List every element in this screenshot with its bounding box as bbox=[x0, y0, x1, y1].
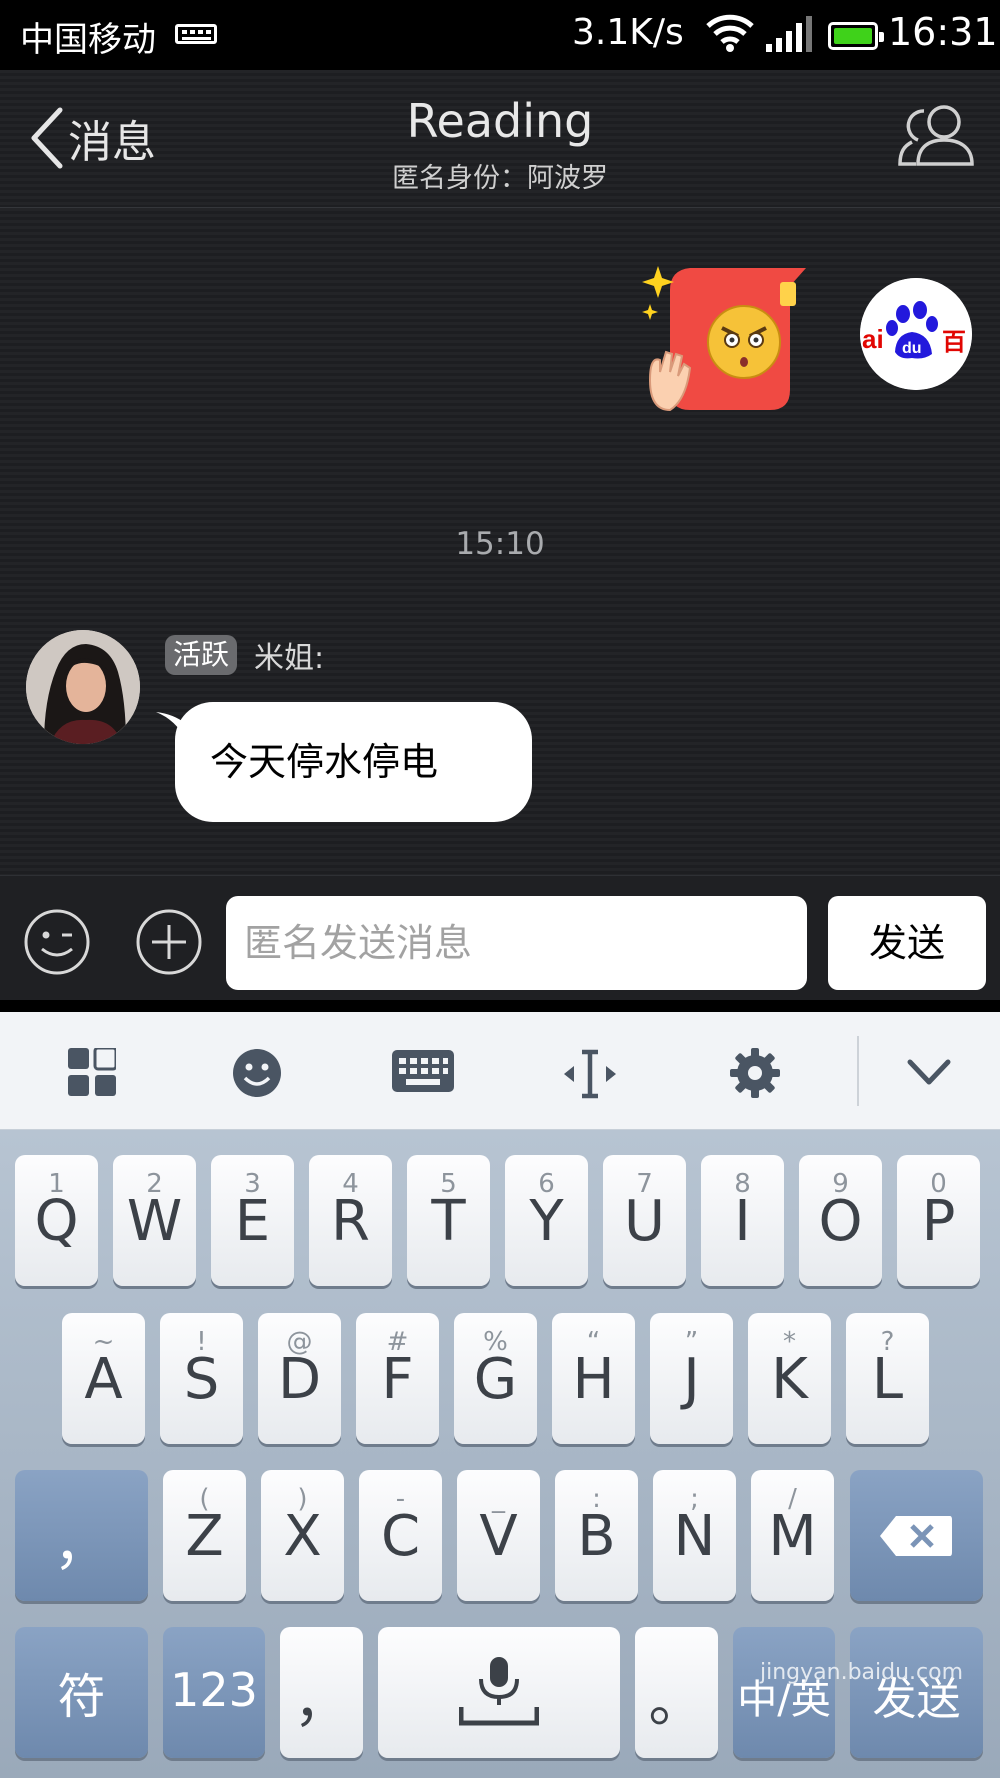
period-key[interactable]: 。 bbox=[635, 1627, 718, 1758]
status-badge: 活跃 bbox=[165, 635, 238, 675]
send-button[interactable]: 发送 bbox=[828, 896, 986, 990]
keyboard-send-key[interactable]: 发送 bbox=[850, 1627, 983, 1758]
comma-key[interactable]: ， bbox=[15, 1470, 148, 1601]
key-r[interactable]: 4R bbox=[309, 1155, 392, 1286]
chat-area[interactable]: 消息 Reading 匿名身份：阿波罗 du ai 百 15:10 活跃 米姐:… bbox=[0, 70, 1000, 1000]
key-h[interactable]: “H bbox=[552, 1313, 635, 1444]
key-j[interactable]: ” J bbox=[650, 1313, 733, 1444]
smiley-icon[interactable] bbox=[232, 1048, 282, 1102]
sender-name: 米姐: bbox=[254, 641, 325, 676]
numbers-key[interactable]: 123 bbox=[163, 1627, 265, 1758]
keyboard-notify-icon bbox=[175, 24, 217, 44]
key-z[interactable]: (Z bbox=[163, 1470, 246, 1601]
key-d[interactable]: @ D bbox=[258, 1313, 341, 1444]
angry-face-sticker-icon[interactable] bbox=[640, 260, 840, 430]
backspace-key[interactable] bbox=[850, 1470, 983, 1601]
key-b[interactable]: :B bbox=[555, 1470, 638, 1601]
key-t[interactable]: 5T bbox=[407, 1155, 490, 1286]
key-s[interactable]: ! S bbox=[160, 1313, 243, 1444]
signal-icon bbox=[766, 16, 812, 56]
input-bar: 发送 bbox=[0, 875, 1000, 1000]
gear-icon[interactable] bbox=[730, 1048, 780, 1102]
message-input[interactable] bbox=[226, 896, 807, 990]
key-o[interactable]: 9O bbox=[799, 1155, 882, 1286]
nav-bar: 消息 Reading 匿名身份：阿波罗 bbox=[0, 70, 1000, 208]
svg-text:du: du bbox=[902, 340, 922, 357]
key-n[interactable]: ; N bbox=[653, 1470, 736, 1601]
page-title: Reading bbox=[406, 94, 594, 148]
network-speed: 3.1K/s bbox=[572, 12, 684, 53]
avatar[interactable]: du ai 百 bbox=[860, 278, 972, 390]
key-a[interactable]: ~ A bbox=[62, 1313, 145, 1444]
key-w[interactable]: 2W bbox=[113, 1155, 196, 1286]
clock: 16:31 bbox=[888, 10, 998, 54]
message-timestamp: 15:10 bbox=[455, 526, 545, 562]
key-e[interactable]: 3E bbox=[211, 1155, 294, 1286]
group-members-icon[interactable] bbox=[896, 102, 976, 172]
microphone-icon bbox=[459, 1657, 539, 1726]
keyboard-toolbar bbox=[0, 1012, 1000, 1130]
page-subtitle: 匿名身份：阿波罗 bbox=[392, 163, 608, 194]
space-key[interactable] bbox=[378, 1627, 620, 1758]
wifi-icon bbox=[706, 14, 754, 56]
key-p[interactable]: 0P bbox=[897, 1155, 980, 1286]
key-y[interactable]: 6Y bbox=[505, 1155, 588, 1286]
svg-text:百: 百 bbox=[942, 328, 966, 356]
message-bubble[interactable]: 今天停水停电 bbox=[175, 702, 532, 822]
svg-text:ai: ai bbox=[862, 324, 884, 354]
key-u[interactable]: 7U bbox=[603, 1155, 686, 1286]
key-i[interactable]: 8I bbox=[701, 1155, 784, 1286]
status-bar: 中国移动 3.1K/s 16:31 bbox=[0, 0, 1000, 70]
comma-punct-key[interactable]: ， bbox=[280, 1627, 363, 1758]
back-label: 消息 bbox=[68, 117, 156, 168]
keyboard-icon[interactable] bbox=[392, 1048, 454, 1098]
avatar[interactable] bbox=[26, 630, 140, 744]
language-toggle-key[interactable]: 中/英 bbox=[733, 1627, 835, 1758]
emoji-icon[interactable] bbox=[24, 909, 90, 979]
key-f[interactable]: # F bbox=[356, 1313, 439, 1444]
key-c[interactable]: -C bbox=[359, 1470, 442, 1601]
key-q[interactable]: 1Q bbox=[15, 1155, 98, 1286]
chevron-left-icon bbox=[31, 107, 63, 169]
key-k[interactable]: * K bbox=[748, 1313, 831, 1444]
battery-icon bbox=[828, 22, 884, 50]
key-x[interactable]: ) X bbox=[261, 1470, 344, 1601]
carrier-label: 中国移动 bbox=[20, 20, 156, 60]
key-l[interactable]: ? L bbox=[846, 1313, 929, 1444]
watermark: jingyan.baidu.com bbox=[760, 1660, 964, 1685]
backspace-icon bbox=[880, 1516, 952, 1556]
symbols-key[interactable]: 符 bbox=[15, 1627, 148, 1758]
chevron-down-icon[interactable] bbox=[906, 1058, 952, 1092]
key-m[interactable]: / M bbox=[751, 1470, 834, 1601]
cursor-icon[interactable] bbox=[562, 1048, 618, 1104]
toolbar-divider bbox=[857, 1036, 859, 1106]
key-g[interactable]: % G bbox=[454, 1313, 537, 1444]
back-button[interactable]: 消息 bbox=[26, 106, 156, 170]
key-v[interactable]: _ V bbox=[457, 1470, 540, 1601]
plus-icon[interactable] bbox=[136, 909, 202, 979]
grid-icon[interactable] bbox=[68, 1046, 118, 1100]
